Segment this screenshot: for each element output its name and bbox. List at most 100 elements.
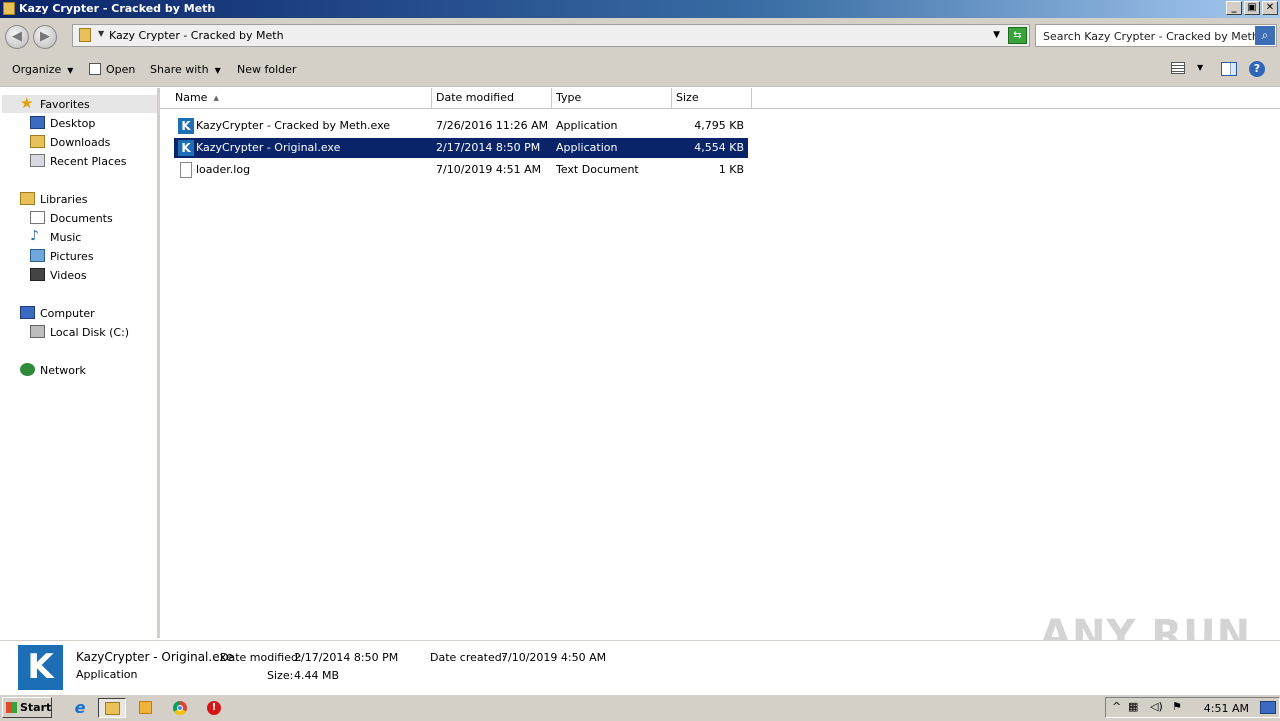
start-label: Start bbox=[20, 701, 52, 714]
file-name: loader.log bbox=[196, 163, 251, 176]
show-desktop-icon[interactable] bbox=[1260, 701, 1276, 714]
file-name: KazyCrypter - Original.exe bbox=[196, 141, 341, 154]
command-bar: Organize ▼ Open Share with ▼ New folder ▼ … bbox=[0, 54, 1280, 87]
file-size: 4,795 KB bbox=[694, 119, 744, 132]
stop-icon[interactable]: ! bbox=[200, 698, 228, 718]
volume-icon[interactable]: ◁) bbox=[1150, 700, 1163, 713]
search-icon[interactable]: ⌕ bbox=[1255, 26, 1275, 45]
help-icon[interactable]: ? bbox=[1249, 61, 1265, 77]
details-date-modified: 2/17/2014 8:50 PM bbox=[294, 651, 399, 664]
file-row[interactable]: K KazyCrypter - Cracked by Meth.exe 7/26… bbox=[174, 116, 748, 136]
nav-label: Network bbox=[40, 364, 86, 377]
chrome-glyph bbox=[173, 701, 187, 715]
column-header-name[interactable]: Name ▲ bbox=[170, 88, 432, 108]
file-date: 7/10/2019 4:51 AM bbox=[436, 163, 542, 176]
search-input[interactable]: Search Kazy Crypter - Cracked by Meth ⌕ bbox=[1035, 24, 1277, 47]
column-header-row: Name ▲ Date modified Type Size bbox=[160, 88, 1280, 109]
share-with-button[interactable]: Share with ▼ bbox=[150, 63, 221, 76]
star-icon: ★ bbox=[20, 94, 34, 112]
share-with-label: Share with bbox=[150, 63, 209, 76]
documents-icon bbox=[30, 211, 45, 224]
nav-label: Downloads bbox=[50, 136, 111, 149]
network-tray-icon[interactable]: ▦ bbox=[1128, 700, 1138, 713]
window-controls: _ ▣ ✕ bbox=[1226, 1, 1278, 15]
nav-label: Favorites bbox=[40, 98, 90, 111]
folder-icon bbox=[3, 2, 15, 15]
refresh-button[interactable]: ⇆ bbox=[1008, 27, 1027, 44]
new-folder-label: New folder bbox=[237, 63, 297, 76]
action-center-flag-icon[interactable]: ⚑ bbox=[1172, 700, 1182, 713]
breadcrumb-chevron-icon[interactable]: ▼ bbox=[98, 29, 104, 38]
file-row[interactable]: loader.log 7/10/2019 4:51 AM Text Docume… bbox=[174, 160, 748, 180]
start-button[interactable]: Start bbox=[2, 697, 52, 718]
preview-pane-icon[interactable] bbox=[1221, 62, 1237, 76]
libraries-icon bbox=[20, 192, 35, 205]
taskbar-explorer-button[interactable] bbox=[98, 698, 126, 718]
details-size: 4.44 MB bbox=[294, 669, 340, 682]
file-type: Application bbox=[556, 141, 618, 154]
file-row-selected[interactable]: K KazyCrypter - Original.exe 2/17/2014 8… bbox=[174, 138, 748, 158]
details-file-name: KazyCrypter - Original.exe bbox=[76, 650, 234, 664]
nav-label: Desktop bbox=[50, 117, 96, 130]
desktop-icon bbox=[30, 116, 45, 129]
breadcrumb[interactable]: Kazy Crypter - Cracked by Meth bbox=[109, 29, 284, 42]
internet-explorer-icon[interactable]: e bbox=[66, 698, 94, 718]
file-list: Name ▲ Date modified Type Size K KazyCryp… bbox=[160, 88, 1280, 638]
open-icon bbox=[89, 63, 101, 75]
file-type: Application bbox=[556, 119, 618, 132]
sort-ascending-icon: ▲ bbox=[213, 94, 219, 102]
open-button[interactable]: Open bbox=[89, 63, 135, 76]
kazycrypter-app-icon: K bbox=[178, 118, 194, 134]
details-size-label: Size: bbox=[267, 669, 294, 682]
open-label: Open bbox=[106, 63, 136, 76]
nav-label: Computer bbox=[40, 307, 95, 320]
windows-logo-icon bbox=[6, 702, 17, 713]
column-date-label: Date modified bbox=[436, 91, 514, 104]
nav-label: Videos bbox=[50, 269, 87, 282]
nav-label: Local Disk (C:) bbox=[50, 326, 130, 339]
clock[interactable]: 4:51 AM bbox=[1204, 702, 1249, 715]
text-file-icon bbox=[180, 162, 192, 178]
file-name: KazyCrypter - Cracked by Meth.exe bbox=[196, 119, 391, 132]
view-options-icon[interactable] bbox=[1171, 62, 1185, 74]
column-size-label: Size bbox=[676, 91, 699, 104]
file-type: Text Document bbox=[556, 163, 639, 176]
file-date: 7/26/2016 11:26 AM bbox=[436, 119, 549, 132]
chrome-icon[interactable] bbox=[166, 698, 194, 718]
close-button[interactable]: ✕ bbox=[1262, 1, 1278, 15]
column-header-date-modified[interactable]: Date modified bbox=[431, 88, 552, 108]
address-bar[interactable]: ▼ Kazy Crypter - Cracked by Meth ▼ ⇆ bbox=[72, 24, 1030, 47]
column-type-label: Type bbox=[556, 91, 582, 104]
column-header-type[interactable]: Type bbox=[551, 88, 672, 108]
details-date-modified-label: Date modified: bbox=[220, 651, 302, 664]
stop-glyph: ! bbox=[207, 701, 221, 715]
file-date: 2/17/2014 8:50 PM bbox=[436, 141, 541, 154]
title-bar: Kazy Crypter - Cracked by Meth _ ▣ ✕ bbox=[0, 0, 1280, 18]
chevron-down-icon[interactable]: ▼ bbox=[1197, 63, 1203, 72]
chevron-down-icon: ▼ bbox=[214, 66, 221, 75]
kazycrypter-app-icon: K bbox=[178, 140, 194, 156]
organize-button[interactable]: Organize ▼ bbox=[12, 63, 73, 76]
maximize-button[interactable]: ▣ bbox=[1244, 1, 1260, 15]
minimize-button[interactable]: _ bbox=[1226, 1, 1242, 15]
media-player-icon[interactable] bbox=[132, 698, 160, 718]
new-folder-button[interactable]: New folder bbox=[237, 63, 296, 76]
column-header-size[interactable]: Size bbox=[671, 88, 752, 108]
pictures-icon bbox=[30, 249, 45, 262]
taskbar: Start e ! ^ ▦ ◁) ⚑ 4:51 AM bbox=[0, 694, 1280, 721]
nav-label: Libraries bbox=[40, 193, 88, 206]
organize-label: Organize bbox=[12, 63, 62, 76]
search-placeholder: Search Kazy Crypter - Cracked by Meth bbox=[1043, 30, 1259, 43]
downloads-folder-icon bbox=[30, 135, 45, 148]
file-size: 1 KB bbox=[718, 163, 744, 176]
back-button[interactable]: ◀ bbox=[5, 25, 29, 49]
music-note-icon: ♪ bbox=[30, 228, 39, 244]
show-hidden-icons-icon[interactable]: ^ bbox=[1112, 700, 1121, 713]
forward-button[interactable]: ▶ bbox=[33, 25, 57, 49]
chevron-down-icon[interactable]: ▼ bbox=[993, 30, 1000, 40]
recent-places-icon bbox=[30, 154, 45, 167]
nav-label: Recent Places bbox=[50, 155, 127, 168]
window-title: Kazy Crypter - Cracked by Meth bbox=[19, 2, 216, 15]
folder-icon bbox=[79, 28, 91, 42]
nav-label: Music bbox=[50, 231, 82, 244]
